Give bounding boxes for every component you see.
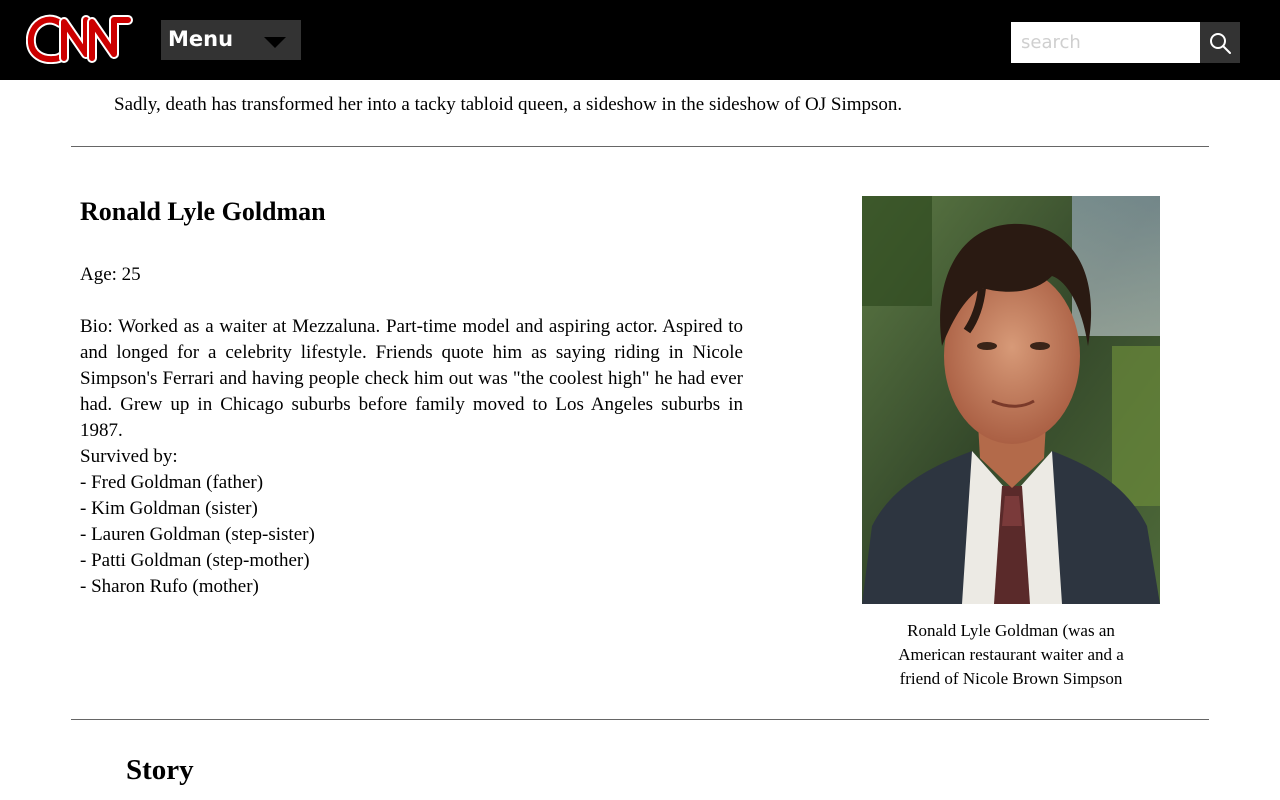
intro-paragraph: Sadly, death has transformed her into a … xyxy=(114,94,903,115)
chevron-down-icon xyxy=(264,37,286,48)
photo-caption: Ronald Lyle Goldman (was an American res… xyxy=(898,621,1124,688)
survived-by-list: Survived by: - Fred Goldman (father) - K… xyxy=(80,444,315,600)
profile-bio: Bio: Worked as a waiter at Mezzaluna. Pa… xyxy=(80,316,743,441)
profile-age: Age: 25 xyxy=(80,264,141,285)
search-button[interactable] xyxy=(1200,22,1240,63)
list-item: - Patti Goldman (step-mother) xyxy=(80,550,310,571)
search-icon xyxy=(1210,33,1231,54)
list-item: - Lauren Goldman (step-sister) xyxy=(80,524,315,545)
list-item: - Sharon Rufo (mother) xyxy=(80,576,259,597)
profile-photo xyxy=(862,196,1160,604)
search-input[interactable] xyxy=(1011,22,1200,63)
profile-name-heading: Ronald Lyle Goldman xyxy=(80,197,326,226)
top-navigation-bar: Menu xyxy=(0,0,1280,80)
story-heading: Story xyxy=(126,754,194,786)
cnn-logo[interactable] xyxy=(25,14,134,65)
list-item: - Kim Goldman (sister) xyxy=(80,498,258,519)
menu-label: Menu xyxy=(168,27,234,51)
section-divider xyxy=(71,719,1209,720)
survived-by-label: Survived by: xyxy=(80,446,178,467)
list-item: - Fred Goldman (father) xyxy=(80,472,264,493)
section-divider xyxy=(71,146,1209,147)
